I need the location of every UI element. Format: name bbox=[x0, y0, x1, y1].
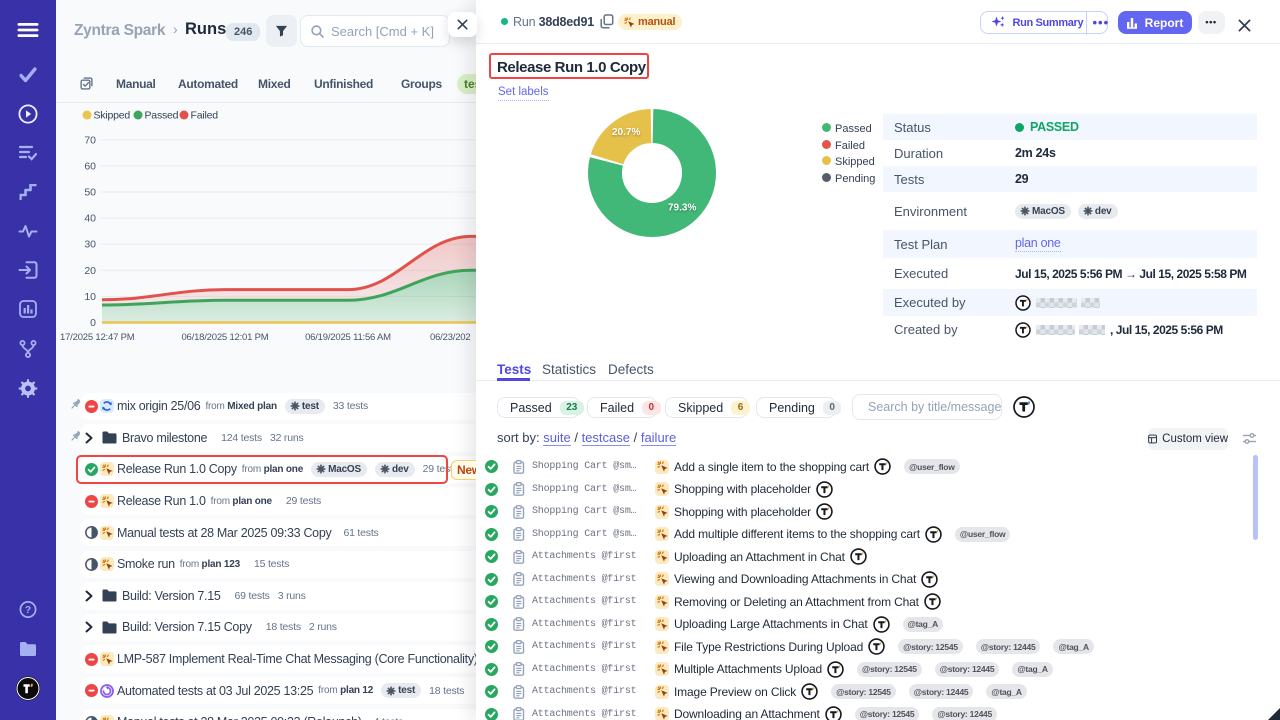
svg-text:?: ? bbox=[25, 605, 31, 616]
svg-text:20.7%: 20.7% bbox=[612, 127, 640, 138]
svg-text:40: 40 bbox=[84, 213, 96, 225]
svg-text:79.3%: 79.3% bbox=[668, 203, 696, 214]
svg-text:10: 10 bbox=[84, 291, 96, 303]
svg-text:20: 20 bbox=[84, 265, 96, 277]
svg-text:Failed: Failed bbox=[191, 110, 219, 122]
svg-text:06/23/202: 06/23/202 bbox=[430, 332, 470, 343]
svg-text:30: 30 bbox=[84, 239, 96, 251]
svg-text:60: 60 bbox=[84, 160, 96, 172]
svg-text:06/19/2025 11:56 AM: 06/19/2025 11:56 AM bbox=[305, 332, 391, 343]
svg-text:0: 0 bbox=[90, 317, 96, 329]
svg-text:17/2025 12:47 PM: 17/2025 12:47 PM bbox=[60, 332, 135, 343]
svg-text:06/18/2025 12:01 PM: 06/18/2025 12:01 PM bbox=[181, 332, 268, 343]
svg-text:50: 50 bbox=[84, 187, 96, 199]
svg-text:70: 70 bbox=[84, 134, 96, 146]
svg-text:Skipped: Skipped bbox=[94, 110, 131, 122]
svg-text:Passed: Passed bbox=[145, 110, 179, 122]
